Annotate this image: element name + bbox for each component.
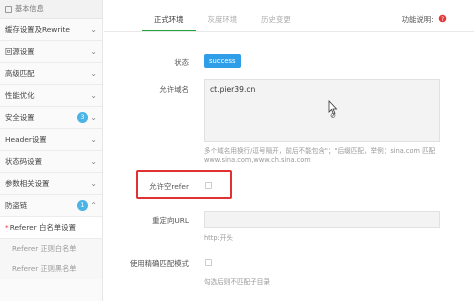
chevron-down-icon: ⌄ [90, 69, 97, 78]
count-badge: 1 [77, 200, 88, 211]
sidebar-item-origin[interactable]: 回源设置 ⌄ [0, 41, 102, 63]
exact-match-hint: 勾选后则不匹配子目录 [204, 278, 270, 286]
sidebar-item-status-code[interactable]: 状态码设置 ⌄ [0, 151, 102, 173]
sidebar-item-label: 高级匹配 [5, 69, 35, 78]
allow-empty-refer-label: 允许空refer [149, 182, 189, 191]
status-label: 状态 [174, 58, 189, 67]
sidebar-item-label: 性能优化 [5, 91, 35, 100]
sidebar-item-label: 回源设置 [5, 47, 35, 56]
sidebar-item-label: 防盗链 [5, 201, 28, 210]
redirect-url-input[interactable] [204, 211, 440, 228]
chevron-down-icon: ⌄ [90, 135, 97, 144]
sidebar-item-label: 状态码设置 [5, 157, 42, 166]
sidebar-subitem-label: Referer 白名单设置 [9, 223, 76, 232]
sidebar-subitem-label: Referer 正则黑名单 [12, 264, 77, 273]
sidebar-item-label: Header设置 [5, 135, 47, 144]
redirect-url-label: 重定向URL [152, 216, 189, 225]
chevron-down-icon: ⌄ [90, 157, 97, 166]
mouse-cursor-icon [328, 100, 338, 118]
chevron-down-icon: ⌄ [90, 25, 97, 34]
sidebar-subitem-referer-regex-whitelist[interactable]: Referer 正则白名单 [0, 239, 102, 259]
question-circle-icon: ? [438, 14, 447, 23]
allow-empty-refer-checkbox[interactable] [205, 182, 212, 189]
sidebar-item-label: 缓存设置及Rewrite [5, 25, 70, 34]
sidebar-item-advanced-match[interactable]: 高级匹配 ⌄ [0, 63, 102, 85]
sidebar-item-security[interactable]: 安全设置 3 ⌄ [0, 107, 102, 129]
redirect-url-hint: http:开头 [204, 234, 233, 242]
tab-gray[interactable]: 灰度环境 [196, 12, 250, 32]
help-label: 功能说明: [401, 15, 434, 24]
chevron-down-icon: ⌄ [90, 91, 97, 100]
chevron-down-icon: ⌄ [90, 47, 97, 56]
sidebar-subitem-label: Referer 正则白名单 [12, 244, 77, 253]
domain-label: 允许域名 [159, 85, 189, 94]
help-link[interactable]: 功能说明: ? [402, 14, 447, 25]
sidebar-item-label: 参数相关设置 [5, 179, 50, 188]
sidebar-subitem-referer-regex-blacklist[interactable]: Referer 正则黑名单 [0, 259, 102, 279]
sidebar-header-label: 基本信息 [15, 4, 44, 13]
chevron-down-icon: ⌄ [90, 113, 97, 122]
env-tabs: 正式环境 灰度环境 历史变更 [142, 12, 303, 32]
count-badge: 3 [77, 112, 88, 123]
required-star: * [5, 223, 9, 232]
sidebar-subitem-referer-whitelist[interactable]: * Referer 白名单设置 [0, 217, 102, 239]
tab-history[interactable]: 历史变更 [249, 12, 303, 32]
sidebar: 基本信息 缓存设置及Rewrite ⌄ 回源设置 ⌄ 高级匹配 ⌄ 性能优化 ⌄… [0, 0, 103, 301]
tab-divider [104, 31, 474, 32]
chevron-down-icon: ⌄ [90, 179, 97, 188]
exact-match-checkbox[interactable] [205, 259, 212, 266]
domain-hint: 多个域名用换行/逗号隔开，前后不能包含"；"后缀匹配，举例：sina.com 匹… [204, 147, 436, 164]
status-badge: success [204, 54, 241, 68]
sidebar-item-hotlink[interactable]: 防盗链 1 ⌃ [0, 195, 102, 217]
sidebar-header[interactable]: 基本信息 [0, 0, 102, 19]
domain-value: ct.pier39.cn [210, 85, 256, 94]
svg-text:?: ? [441, 17, 444, 23]
info-icon [5, 5, 12, 13]
tab-production[interactable]: 正式环境 [142, 12, 196, 32]
main-panel: 正式环境 灰度环境 历史变更 功能说明: ? 状态 success 允许域名 c… [104, 0, 474, 301]
sidebar-item-params[interactable]: 参数相关设置 ⌄ [0, 173, 102, 195]
exact-match-label: 使用精确匹配模式 [129, 259, 189, 268]
sidebar-item-header[interactable]: Header设置 ⌄ [0, 129, 102, 151]
sidebar-item-cache[interactable]: 缓存设置及Rewrite ⌄ [0, 19, 102, 41]
chevron-up-icon: ⌃ [90, 201, 97, 210]
sidebar-item-performance[interactable]: 性能优化 ⌄ [0, 85, 102, 107]
sidebar-item-label: 安全设置 [5, 113, 35, 122]
domain-textarea[interactable]: ct.pier39.cn [204, 79, 440, 142]
